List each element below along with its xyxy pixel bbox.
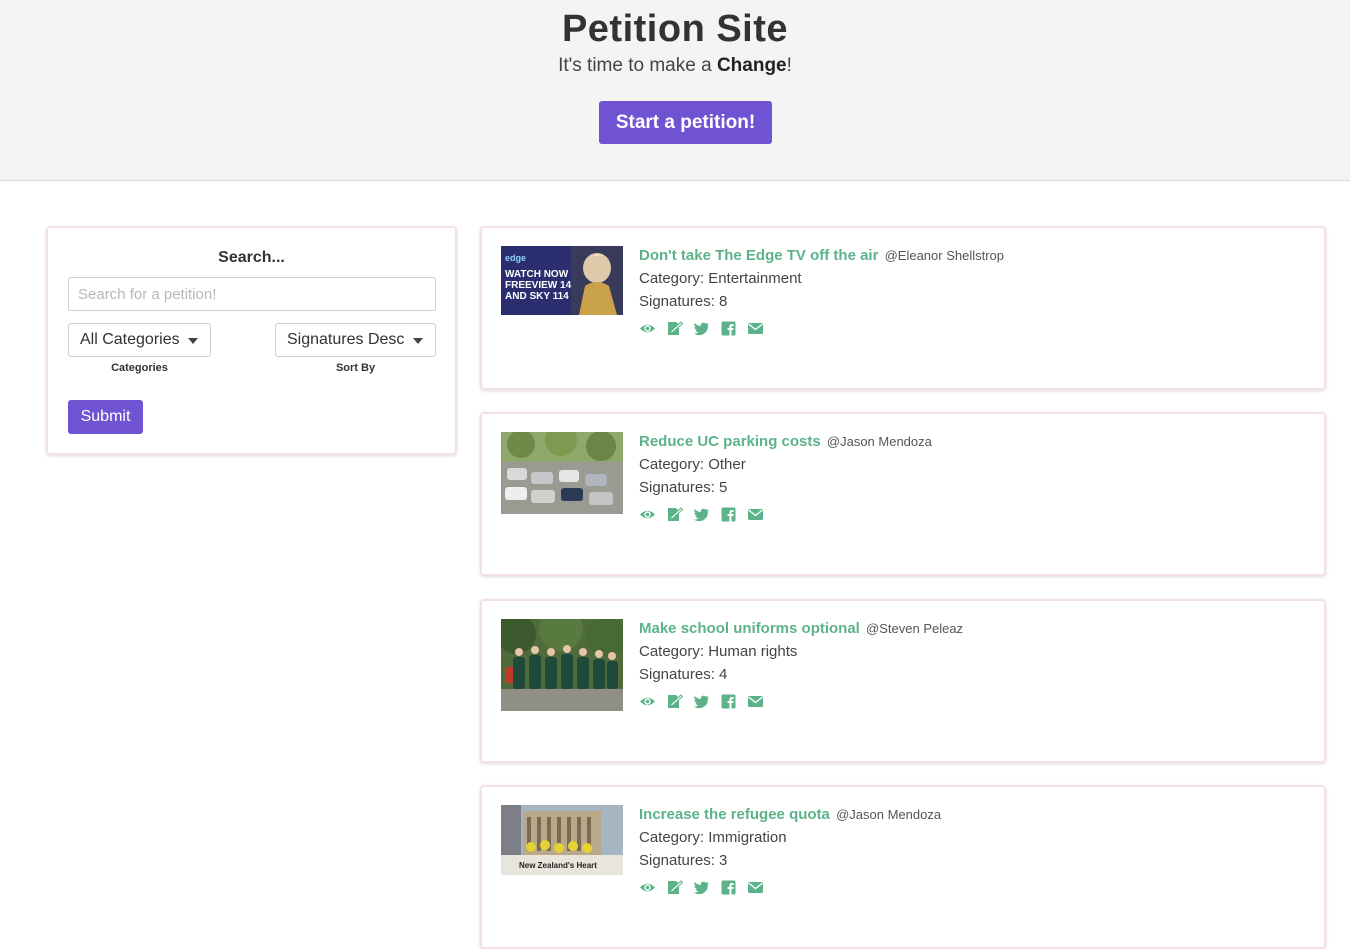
caret-down-icon <box>413 338 423 344</box>
petition-card: edge WATCH NOW FREEVIEW 14 AND SKY 114 D… <box>480 226 1326 390</box>
envelope-icon[interactable] <box>747 321 764 336</box>
sort-label: Sort By <box>335 362 376 374</box>
petition-author: @Jason Mendoza <box>826 434 932 449</box>
petition-signatures: Signatures: 5 <box>639 479 728 496</box>
petition-title-link[interactable]: Reduce UC parking costs <box>639 433 821 450</box>
start-petition-button[interactable]: Start a petition! <box>599 101 772 144</box>
petition-body: Increase the refugee quota @Jason Mendoz… <box>639 806 941 895</box>
category-select[interactable]: All Categories <box>68 323 211 357</box>
site-subtitle: It's time to make a Change! <box>0 55 1350 77</box>
search-input[interactable] <box>68 277 436 311</box>
search-panel: Search... All Categories Signatures Desc… <box>46 226 457 455</box>
petition-actions <box>639 880 941 895</box>
hero-banner: Petition Site It's time to make a Change… <box>0 0 1350 181</box>
petition-author: @Eleanor Shellstrop <box>884 248 1005 263</box>
petition-image[interactable] <box>501 432 623 514</box>
petition-body: Reduce UC parking costs @Jason Mendoza C… <box>639 433 932 522</box>
petition-card: Reduce UC parking costs @Jason Mendoza C… <box>480 412 1326 576</box>
twitter-icon[interactable] <box>693 694 710 709</box>
image-text: WATCH NOW <box>505 269 569 280</box>
sort-select[interactable]: Signatures Desc <box>275 323 436 357</box>
twitter-icon[interactable] <box>693 507 710 522</box>
category-label: Categories <box>111 362 168 374</box>
category-select-value: All Categories <box>80 331 180 348</box>
petition-image[interactable] <box>501 619 623 711</box>
petition-category: Category: Entertainment <box>639 270 802 287</box>
petition-card: Make school uniforms optional @Steven Pe… <box>480 599 1326 763</box>
image-text: New Zealand's Heart <box>519 861 597 870</box>
petition-actions <box>639 694 963 709</box>
petition-title-link[interactable]: Increase the refugee quota <box>639 806 830 823</box>
submit-button[interactable]: Submit <box>68 400 143 434</box>
petition-signatures: Signatures: 8 <box>639 293 728 310</box>
site-title: Petition Site <box>561 8 789 50</box>
petition-author: @Jason Mendoza <box>836 807 942 822</box>
envelope-icon[interactable] <box>747 880 764 895</box>
petition-title-link[interactable]: Don't take The Edge TV off the air <box>639 247 878 264</box>
envelope-icon[interactable] <box>747 694 764 709</box>
petition-card: New Zealand's Heart Increase the refugee… <box>480 785 1326 949</box>
image-text: edge <box>505 253 526 263</box>
petition-category: Category: Immigration <box>639 829 787 846</box>
facebook-icon[interactable] <box>720 694 737 709</box>
petition-title-link[interactable]: Make school uniforms optional <box>639 620 860 637</box>
eye-icon[interactable] <box>639 880 656 895</box>
image-text: AND SKY 114 <box>505 291 569 302</box>
petition-image[interactable]: edge WATCH NOW FREEVIEW 14 AND SKY 114 <box>501 246 623 315</box>
facebook-icon[interactable] <box>720 507 737 522</box>
envelope-icon[interactable] <box>747 507 764 522</box>
petition-author: @Steven Peleaz <box>866 621 964 636</box>
petition-category: Category: Other <box>639 456 746 473</box>
petition-actions <box>639 507 932 522</box>
caret-down-icon <box>188 338 198 344</box>
facebook-icon[interactable] <box>720 880 737 895</box>
petition-image[interactable]: New Zealand's Heart <box>501 805 623 875</box>
petition-body: Make school uniforms optional @Steven Pe… <box>639 620 963 709</box>
twitter-icon[interactable] <box>693 321 710 336</box>
twitter-icon[interactable] <box>693 880 710 895</box>
eye-icon[interactable] <box>639 321 656 336</box>
facebook-icon[interactable] <box>720 321 737 336</box>
subtitle-emphasis: Change <box>716 55 787 76</box>
search-heading: Search... <box>218 249 285 266</box>
sort-select-value: Signatures Desc <box>287 331 405 348</box>
sign-icon[interactable] <box>666 694 683 709</box>
petition-category: Category: Human rights <box>639 643 798 660</box>
sign-icon[interactable] <box>666 880 683 895</box>
eye-icon[interactable] <box>639 694 656 709</box>
petition-actions <box>639 321 1004 336</box>
image-text: FREEVIEW 14 <box>505 280 572 291</box>
petition-signatures: Signatures: 3 <box>639 852 728 869</box>
subtitle-suffix: ! <box>786 55 792 76</box>
sign-icon[interactable] <box>666 321 683 336</box>
subtitle-prefix: It's time to make a <box>558 55 717 76</box>
petition-body: Don't take The Edge TV off the air @Elea… <box>639 247 1004 336</box>
eye-icon[interactable] <box>639 507 656 522</box>
petition-signatures: Signatures: 4 <box>639 666 728 683</box>
sign-icon[interactable] <box>666 507 683 522</box>
